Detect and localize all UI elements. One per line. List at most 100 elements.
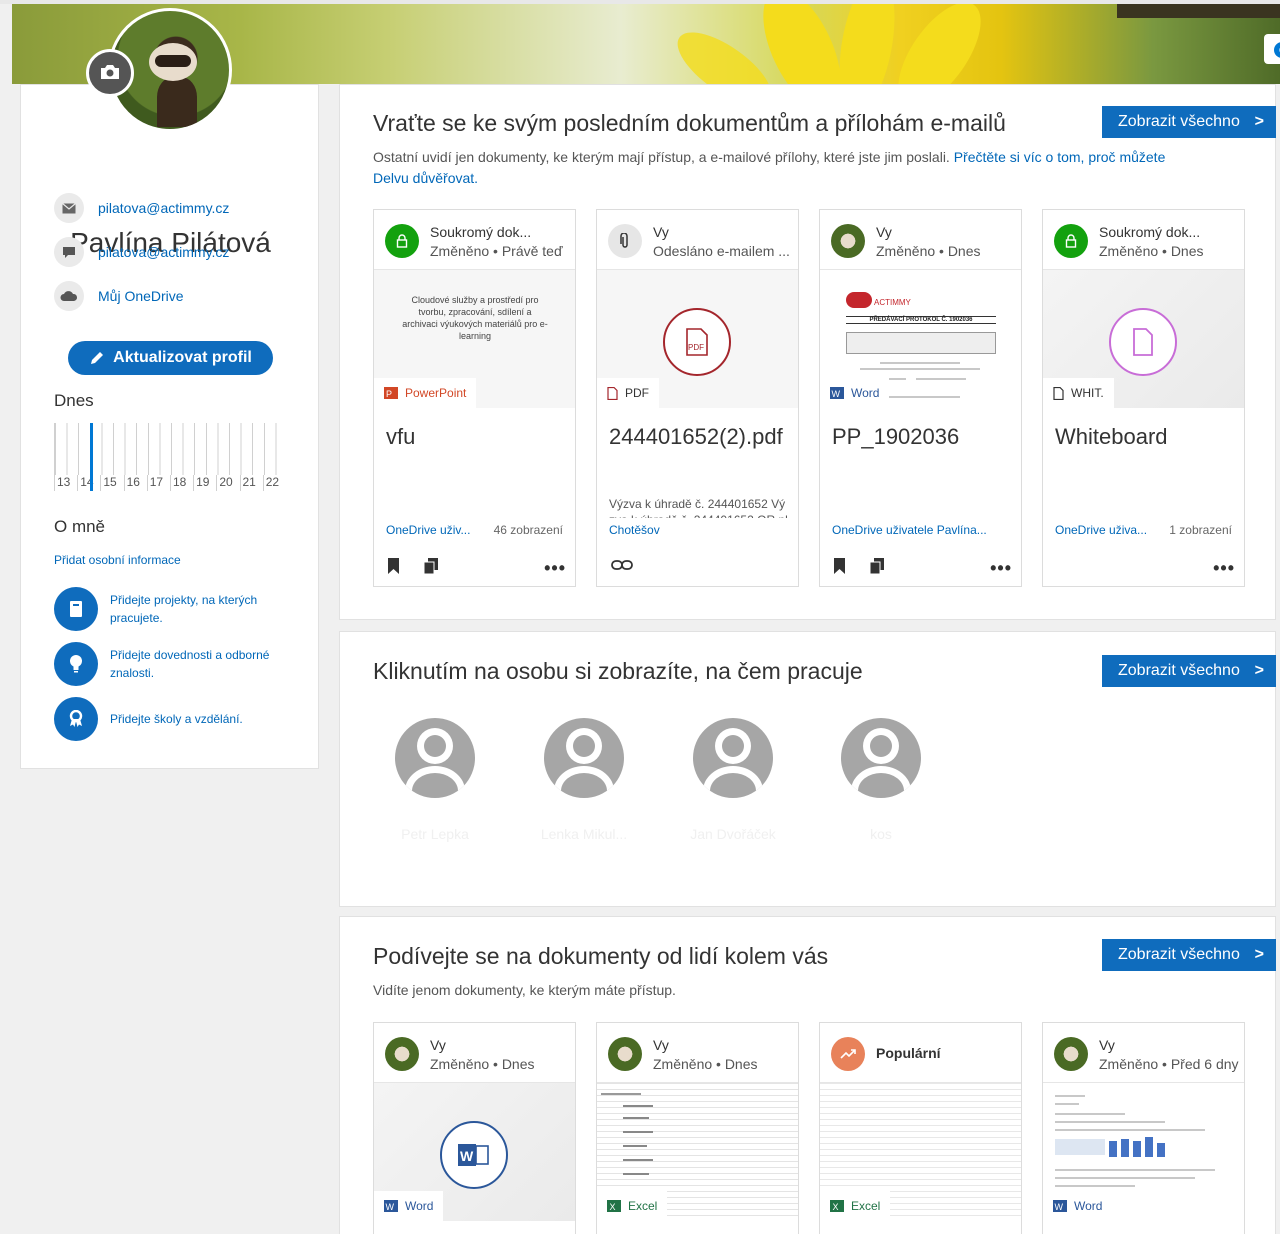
show-all-label: Zobrazit všechno	[1118, 662, 1240, 679]
update-profile-button[interactable]: Aktualizovat profil	[68, 341, 273, 375]
more-options-icon[interactable]: •••	[1213, 558, 1235, 579]
email-contact[interactable]: pilatova@actimmy.cz	[54, 193, 229, 223]
bookmark-icon[interactable]	[388, 558, 399, 574]
today-label: Dnes	[54, 391, 94, 410]
timeline-day: 21	[239, 475, 263, 491]
document-card[interactable]: Vy Změněno • Dnes X Excel	[596, 1022, 799, 1234]
around-show-all-button[interactable]: Zobrazit všechno >	[1102, 939, 1276, 971]
person-avatar-icon	[395, 718, 475, 798]
document-card[interactable]: Vy Změněno • Před 6 dny W Word	[1042, 1022, 1245, 1234]
person-card[interactable]: kos	[836, 718, 926, 842]
preview-brand: ACTIMMY	[874, 298, 911, 307]
file-type-label: Excel	[628, 1199, 658, 1213]
document-location[interactable]: OneDrive uživa...	[1055, 523, 1147, 537]
recent-show-all-button[interactable]: Zobrazit všechno >	[1102, 106, 1276, 138]
chevron-right-icon: >	[1254, 662, 1264, 679]
email-sender-link[interactable]: Chotěšov	[609, 523, 660, 537]
timeline-day: 14	[77, 475, 101, 491]
person-card[interactable]: Petr Lepka	[390, 718, 480, 842]
add-skills-suggestion[interactable]: Přidejte dovednosti a odborné znalosti.	[54, 642, 280, 686]
timeline-day: 17	[146, 475, 170, 491]
card-actions: •••	[1055, 556, 1235, 579]
onedrive-link[interactable]: Můj OneDrive	[98, 288, 184, 304]
copy-icon[interactable]	[870, 558, 884, 574]
file-type-tag: WHIT.	[1043, 378, 1114, 408]
timeline-day: 22	[262, 475, 286, 491]
card-actions: •••	[832, 556, 1012, 579]
file-type-label: WHIT.	[1071, 386, 1104, 400]
link-icon[interactable]	[611, 560, 633, 570]
file-type-label: Word	[1074, 1199, 1103, 1213]
file-type-tag: W Word	[820, 378, 890, 408]
document-card[interactable]: Vy Změněno • Dnes ACTIMMY PŘEDÁVACÍ PROT…	[819, 209, 1022, 587]
powerpoint-icon: P	[384, 387, 398, 399]
chevron-right-icon: >	[1254, 113, 1264, 130]
document-location[interactable]: OneDrive uživ...	[386, 523, 470, 537]
chevron-right-icon: >	[1254, 946, 1264, 963]
document-card[interactable]: Vy Odesláno e-mailem ... PDF PDF 2444016…	[596, 209, 799, 587]
file-type-tag: W Word	[374, 1191, 444, 1221]
people-panel: Kliknutím na osobu si zobrazíte, na čem …	[339, 631, 1276, 907]
more-options-icon[interactable]: •••	[544, 558, 566, 579]
cloud-icon	[54, 281, 84, 311]
chat-link[interactable]: pilatova@actimmy.cz	[98, 244, 229, 260]
banner-dark-strip	[1117, 4, 1280, 18]
file-type-tag: P PowerPoint	[374, 378, 477, 408]
document-name[interactable]: vfu	[386, 424, 415, 450]
card-owner: Soukromý dok...	[430, 224, 532, 240]
timeline-day: 20	[216, 475, 240, 491]
timeline-day: 15	[100, 475, 124, 491]
document-name[interactable]: Whiteboard	[1055, 424, 1168, 450]
document-card[interactable]: Vy Změněno • Dnes W W Word	[373, 1022, 576, 1234]
change-photo-button[interactable]	[86, 49, 134, 97]
activity-timeline[interactable]: 13 14 15 16 17 18 19 20 21 22	[54, 423, 286, 491]
document-card[interactable]: Soukromý dok... Změněno • Dnes WHIT. Whi…	[1042, 209, 1245, 587]
word-icon: W	[384, 1200, 398, 1212]
around-title: Podívejte se na dokumenty od lidí kolem …	[373, 943, 829, 969]
around-subtitle: Vidíte jenom dokumenty, ke kterým máte p…	[373, 982, 676, 998]
help-icon: e	[1274, 42, 1280, 58]
word-icon: W	[830, 387, 844, 399]
actimmy-logo-icon	[846, 292, 872, 308]
avatar	[1054, 1037, 1088, 1071]
about-title: O mně	[54, 517, 106, 536]
card-modified: Změněno • Dnes	[430, 1056, 535, 1072]
card-actions: •••	[386, 556, 566, 579]
excel-icon: X	[607, 1200, 621, 1212]
person-card[interactable]: Lenka Mikul...	[539, 718, 629, 842]
view-count: 46 zobrazení	[493, 523, 563, 537]
document-card[interactable]: Soukromý dok... Změněno • Právě teď Clou…	[373, 209, 576, 587]
chat-contact[interactable]: pilatova@actimmy.cz	[54, 237, 229, 267]
add-schools-suggestion[interactable]: Přidejte školy a vzdělání.	[54, 697, 280, 741]
update-profile-label: Aktualizovat profil	[113, 349, 252, 366]
email-link[interactable]: pilatova@actimmy.cz	[98, 200, 229, 216]
file-icon	[1053, 386, 1064, 400]
add-personal-info-link[interactable]: Přidat osobní informace	[54, 553, 181, 567]
card-header: Vy Odesláno e-mailem ...	[597, 210, 798, 270]
person-name: Lenka Mikul...	[540, 826, 628, 842]
card-modified: Změněno • Dnes	[653, 1056, 758, 1072]
card-owner: Vy	[1099, 1037, 1115, 1053]
lock-icon	[385, 224, 419, 258]
onedrive-contact[interactable]: Můj OneDrive	[54, 281, 184, 311]
timeline-day: 18	[169, 475, 194, 491]
document-card[interactable]: Populární X Excel	[819, 1022, 1022, 1234]
person-card[interactable]: Jan Dvořáček	[688, 718, 778, 842]
add-projects-suggestion[interactable]: Přidejte projekty, na kterých pracujete.	[54, 587, 280, 631]
email-snippet: Výzva k úhradě č. 244401652 Vý zva k úhr…	[609, 497, 788, 518]
document-name[interactable]: 244401652(2).pdf	[609, 424, 783, 450]
people-show-all-button[interactable]: Zobrazit všechno >	[1102, 655, 1276, 687]
trending-icon	[831, 1037, 865, 1071]
document-name[interactable]: PP_1902036	[832, 424, 959, 450]
copy-icon[interactable]	[424, 558, 438, 574]
more-options-icon[interactable]: •••	[990, 558, 1012, 579]
timeline-day: 13	[54, 475, 78, 491]
word-icon: W	[1053, 1200, 1067, 1212]
add-schools-text: Přidejte školy a vzdělání.	[110, 712, 243, 726]
document-location[interactable]: OneDrive uživatele Pavlína...	[832, 523, 987, 537]
recent-title: Vraťte se ke svým posledním dokumentům a…	[373, 110, 1006, 136]
bookmark-icon[interactable]	[834, 558, 845, 574]
card-modified: Změněno • Před 6 dny	[1099, 1056, 1239, 1072]
avatar	[608, 1037, 642, 1071]
help-button[interactable]: e	[1264, 34, 1280, 64]
